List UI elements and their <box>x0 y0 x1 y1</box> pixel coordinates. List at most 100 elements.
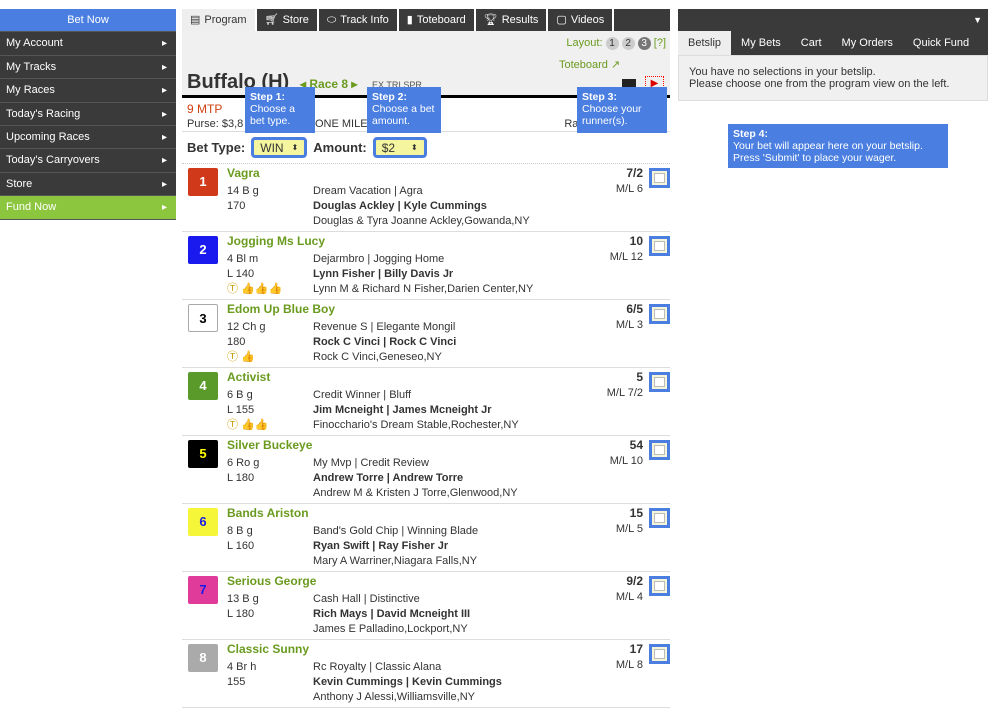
layout-2-button[interactable]: 2 <box>621 37 635 50</box>
chevron-right-icon: ▸ <box>161 202 167 214</box>
owner: Douglas & Tyra Joanne Ackley,Gowanda,NY <box>313 215 530 227</box>
horse-name[interactable]: Activist <box>227 370 270 384</box>
handicapper-thumbs-icon: Ⓣ 👍 <box>227 351 255 363</box>
sidebar: Bet Now My Account ▸ My Tracks ▸ My Races ▸ Tod… <box>0 9 176 220</box>
layout-help-link[interactable]: [?] <box>654 37 666 49</box>
layout-3-button[interactable]: 3 <box>637 37 651 50</box>
horse-details: 12 Ch g 180 Ⓣ 👍 <box>227 320 266 365</box>
horse-description: 12 Ch g <box>227 321 266 333</box>
horse-description: 8 B g <box>227 525 253 537</box>
trainer-driver: Jim Mcneight | James Mcneight Jr <box>313 404 492 416</box>
horse-name[interactable]: Classic Sunny <box>227 642 309 656</box>
program-number: 8 <box>188 644 218 672</box>
bet-controls: Bet Type: WIN ⬍ Amount: $2 ⬍ <box>182 132 670 164</box>
horse-weight: 170 <box>227 200 246 212</box>
tab-label: Program <box>204 14 247 26</box>
horse-name[interactable]: Edom Up Blue Boy <box>227 302 335 316</box>
odds: 54 M/L 10 <box>610 438 643 469</box>
race-label: Race 8 <box>309 77 349 91</box>
amount-select[interactable]: $2 ⬍ <box>372 137 427 158</box>
owner: Lynn M & Richard N Fisher,Darien Center,… <box>313 283 534 295</box>
select-arrows-icon: ⬍ <box>411 143 418 152</box>
runner-select-checkbox[interactable] <box>649 304 670 324</box>
sidebar-item-bet-now[interactable]: Bet Now <box>0 9 176 33</box>
betslip-message: You have no selections in your betslip. P… <box>678 55 988 101</box>
sidebar-item-my-tracks[interactable]: My Tracks ▸ <box>0 55 176 80</box>
runner-row: 2 Jogging Ms Lucy 4 Bl m L 140 Ⓣ 👍👍👍 Dejar… <box>182 232 670 300</box>
trophy-icon: 🏆︎ <box>483 14 498 26</box>
layout-1-button[interactable]: 1 <box>605 37 619 50</box>
horse-description: 14 B g <box>227 185 259 197</box>
select-arrows-icon: ⬍ <box>291 143 299 152</box>
horse-details: 8 B g L 160 <box>227 524 254 554</box>
runner-select-checkbox[interactable] <box>649 236 670 256</box>
tab-my-bets[interactable]: My Bets <box>731 31 791 55</box>
morning-line: M/L 7/2 <box>606 387 643 399</box>
tab-my-orders[interactable]: My Orders <box>832 31 903 55</box>
tab-videos[interactable]: ▢ Videos <box>548 9 615 31</box>
horse-details: 4 Bl m L 140 Ⓣ 👍👍👍 <box>227 252 282 297</box>
chevron-right-icon: ▸ <box>161 108 167 120</box>
pedigree: Band's Gold Chip | Winning Blade <box>313 525 479 537</box>
runner-row: 7 Serious George 13 B g L 180 Cash Hall |… <box>182 572 670 640</box>
betslip-hint-text: Please choose one from the program view … <box>689 78 950 90</box>
toteboard-link[interactable]: Toteboard ↗ <box>559 58 620 71</box>
sidebar-item-upcoming-races[interactable]: Upcoming Races ▸ <box>0 125 176 150</box>
pedigree: Dejarmbro | Jogging Home <box>313 253 445 265</box>
sidebar-item-today-s-racing[interactable]: Today's Racing ▸ <box>0 102 176 126</box>
tab-track-info[interactable]: ⬭ Track Info <box>319 9 399 31</box>
horse-name[interactable]: Jogging Ms Lucy <box>227 234 325 248</box>
tab-quick-fund[interactable]: Quick Fund <box>903 31 979 55</box>
runner-select-checkbox[interactable] <box>649 440 670 460</box>
runner-list: 1 Vagra 14 B g 170 Dream Vacation | Agra D… <box>182 164 670 708</box>
monitor-icon: ▢ <box>556 14 567 26</box>
step-1-tooltip: Step 1: Choose a bet type. <box>245 87 315 133</box>
amount-label: Amount: <box>313 140 367 155</box>
runner-select-checkbox[interactable] <box>649 576 670 596</box>
horse-details: 4 Br h 155 <box>227 660 256 690</box>
runner-row: 3 Edom Up Blue Boy 12 Ch g 180 Ⓣ 👍 Revenue… <box>182 300 670 368</box>
odds: 6/5 M/L 3 <box>616 302 643 333</box>
sidebar-item-my-account[interactable]: My Account ▸ <box>0 32 176 56</box>
document-icon: ▤ <box>190 14 201 26</box>
runner-select-checkbox[interactable] <box>649 168 670 188</box>
horse-details: 13 B g L 180 <box>227 592 259 622</box>
runner-select-checkbox[interactable] <box>649 644 670 664</box>
sidebar-item-my-races[interactable]: My Races ▸ <box>0 79 176 103</box>
tab-program[interactable]: ▤ Program <box>182 9 257 31</box>
morning-line: M/L 8 <box>615 659 643 671</box>
sidebar-item-label: Today's Carryovers <box>6 154 100 167</box>
runner-select-checkbox[interactable] <box>649 372 670 392</box>
sidebar-item-today-s-carryovers[interactable]: Today's Carryovers ▸ <box>0 149 176 173</box>
horse-description: 6 Ro g <box>227 457 260 469</box>
step-3-tooltip: Step 3: Choose your runner(s). <box>577 87 667 133</box>
chevron-down-icon: ▼ <box>973 15 982 25</box>
horse-name[interactable]: Silver Buckeye <box>227 438 312 452</box>
tab-label: Videos <box>570 14 605 26</box>
horse-name[interactable]: Vagra <box>227 166 260 180</box>
sidebar-item-label: Fund Now <box>6 201 57 214</box>
sidebar-item-fund-now[interactable]: Fund Now ▸ <box>0 196 176 220</box>
betslip-dropdown[interactable]: ▼ <box>678 9 988 31</box>
owner: Andrew M & Kristen J Torre,Glenwood,NY <box>313 487 518 499</box>
bet-type-select[interactable]: WIN ⬍ <box>251 137 308 158</box>
tab-cart[interactable]: Cart <box>791 31 832 55</box>
tab-store[interactable]: 🛒︎ Store <box>257 9 319 31</box>
morning-line: M/L 10 <box>609 455 643 467</box>
tab-results[interactable]: 🏆︎ Results <box>476 9 549 31</box>
current-odds: 5 <box>636 370 643 384</box>
runner-row: 8 Classic Sunny 4 Br h 155 Rc Royalty | C… <box>182 640 670 708</box>
horse-name[interactable]: Bands Ariston <box>227 506 309 520</box>
tab-betslip[interactable]: Betslip <box>678 31 732 55</box>
next-race-icon[interactable]: ▸ <box>351 77 357 91</box>
pedigree: My Mvp | Credit Review <box>313 457 429 469</box>
connections: Revenue S | Elegante Mongil Rock C Vinci … <box>313 320 456 365</box>
tab-toteboard[interactable]: ▮ Toteboard <box>399 9 476 31</box>
sidebar-item-label: My Races <box>6 84 55 97</box>
connections: My Mvp | Credit Review Andrew Torre | And… <box>313 456 518 501</box>
sidebar-item-store[interactable]: Store ▸ <box>0 172 176 197</box>
horse-name[interactable]: Serious George <box>227 574 316 588</box>
connections: Dejarmbro | Jogging Home Lynn Fisher | Bi… <box>313 252 533 297</box>
runner-select-checkbox[interactable] <box>649 508 670 528</box>
owner: Mary A Warriner,Niagara Falls,NY <box>313 555 478 567</box>
